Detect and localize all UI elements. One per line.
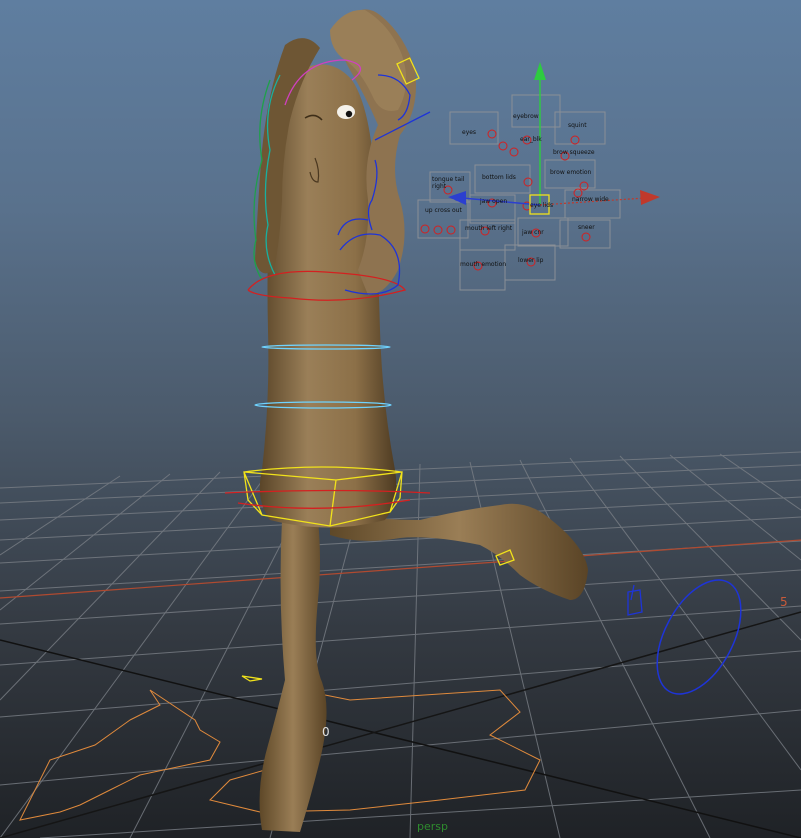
face-label: brow squeeze [553,149,595,156]
face-label: sneer [578,224,595,231]
ground-grid [0,451,801,838]
character-mesh[interactable] [255,9,588,832]
face-label: eyebrow [513,113,539,120]
face-label: squint [568,122,587,129]
face-ui-box[interactable] [564,189,621,219]
face-label: brow emotion [550,169,592,176]
scene-canvas[interactable] [0,0,801,838]
face-label: eye lids [530,202,554,209]
face-label: jaw cnr [522,229,544,236]
face-label: jaw open [480,198,508,205]
eye[interactable] [337,105,355,119]
face-ui-box[interactable] [459,249,506,291]
move-manipulator[interactable] [448,62,660,215]
face-ui-box[interactable] [449,111,499,145]
camera-name-label: persp [417,820,448,833]
toe-control-yellow[interactable] [241,675,263,682]
face-label: narrow wide [572,196,609,203]
ground-axis-x [0,539,801,599]
face-label: mouth emotion [460,261,507,268]
face-label: up cross out [425,207,462,214]
grid-origin-label: 0 [322,725,330,739]
foot-ik-control[interactable] [640,566,758,707]
grid-unit-label: 5 [780,595,788,609]
face-label: ear_blk [520,136,542,143]
face-label: tongue tail right [432,176,465,190]
viewport-perspective[interactable]: eyes eyebrow squint ear_blk brow squeeze… [0,0,801,838]
manip-y-arrow[interactable] [534,62,546,80]
face-label: mouth left right [465,225,513,232]
face-label: lower lip [518,257,544,264]
face-label: eyes [462,129,477,136]
ground-axis-z [0,639,801,838]
manip-x-arrow[interactable] [640,190,660,205]
face-ui-box[interactable] [511,94,561,128]
face-label: bottom lids [482,174,516,181]
pole-vector-control[interactable] [627,584,643,616]
pupil [345,110,353,118]
